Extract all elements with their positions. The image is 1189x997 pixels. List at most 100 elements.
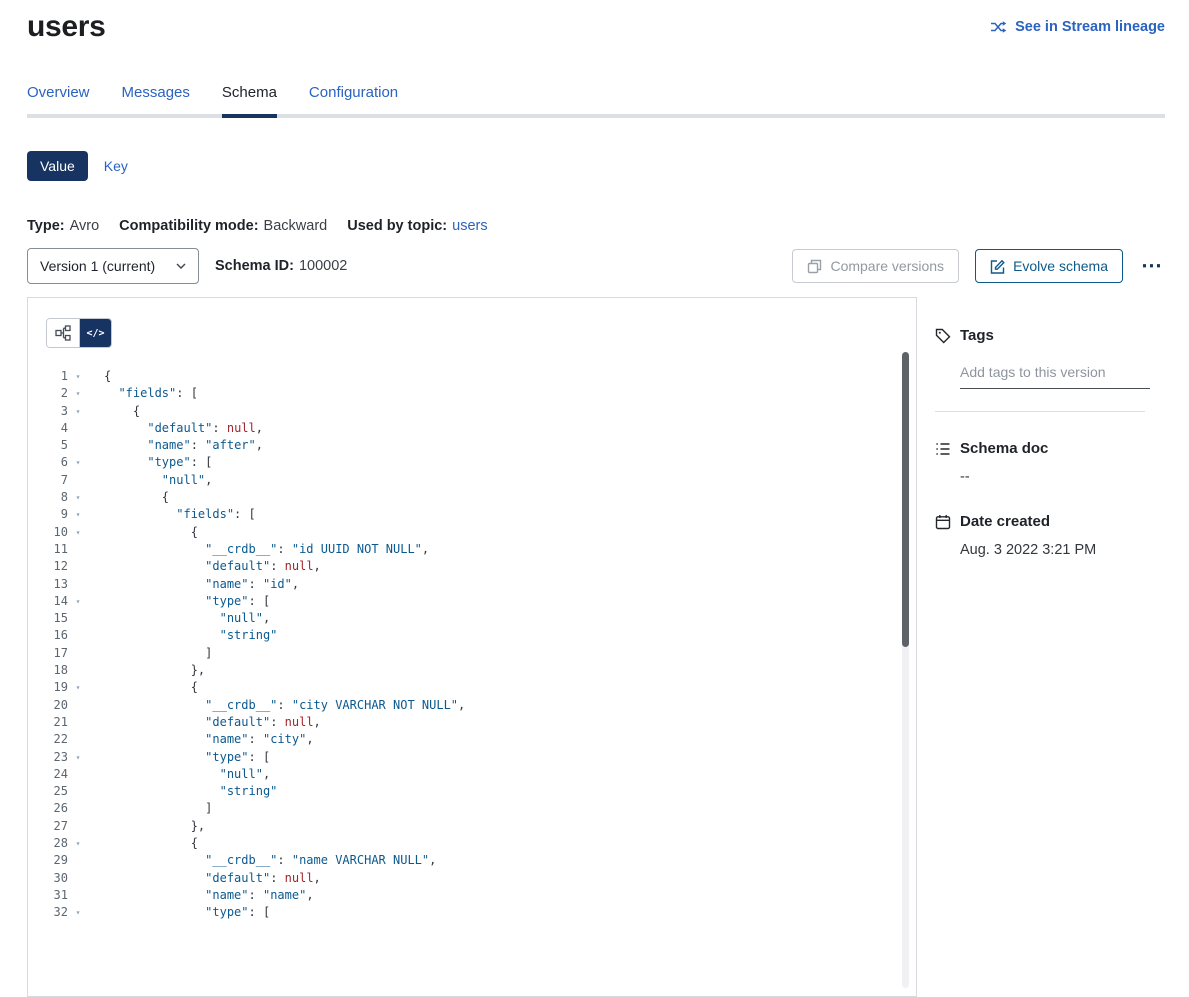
line-number: 25 [28, 783, 68, 800]
key-toggle-button[interactable]: Key [104, 158, 128, 174]
fold-toggle-icon[interactable]: ▾ [68, 593, 88, 610]
tag-icon [935, 328, 951, 344]
topic-pair: Used by topic: users [347, 218, 487, 234]
code-line: 5 "name": "after", [28, 437, 916, 454]
code-line: 17 ] [28, 645, 916, 662]
gutter-spacer [68, 576, 88, 593]
main: </> 1▾{2▾ "fields": [3▾ {4 "default": nu… [27, 297, 1165, 997]
more-actions-button[interactable]: ⋯ [1139, 256, 1165, 276]
fold-toggle-icon[interactable]: ▾ [68, 403, 88, 420]
code-line: 12 "default": null, [28, 558, 916, 575]
version-select[interactable]: Version 1 (current) [27, 248, 199, 284]
page-title: users [27, 8, 106, 46]
type-label: Type: [27, 218, 65, 234]
schema-id-label: Schema ID: [215, 258, 294, 274]
tab-configuration[interactable]: Configuration [309, 84, 398, 114]
line-number: 27 [28, 818, 68, 835]
code-line: 14▾ "type": [ [28, 593, 916, 610]
add-tags-input[interactable] [960, 360, 1150, 389]
value-key-toggle: Value Key [27, 151, 1165, 181]
fold-toggle-icon[interactable]: ▾ [68, 904, 88, 921]
code-text: "default": null, [88, 714, 321, 731]
fold-toggle-icon[interactable]: ▾ [68, 835, 88, 852]
code-text: "name": "name", [88, 887, 314, 904]
code-lines: 1▾{2▾ "fields": [3▾ {4 "default": null,5… [28, 368, 916, 922]
line-number: 11 [28, 541, 68, 558]
tab-schema[interactable]: Schema [222, 84, 277, 114]
fold-toggle-icon[interactable]: ▾ [68, 749, 88, 766]
date-created-heading-row: Date created [935, 513, 1165, 530]
topic-label: Used by topic: [347, 218, 447, 234]
schema-meta-row: Type:Avro Compatibility mode:Backward Us… [27, 218, 1165, 234]
code-text: "default": null, [88, 420, 263, 437]
version-select-value: Version 1 (current) [40, 258, 155, 274]
code-scrollbar-thumb[interactable] [902, 352, 909, 647]
code-text: "name": "after", [88, 437, 263, 454]
code-line: 31 "name": "name", [28, 887, 916, 904]
schema-sidebar: Tags Schema doc -- [917, 297, 1165, 997]
code-text: "__crdb__": "id UUID NOT NULL", [88, 541, 429, 558]
line-number: 5 [28, 437, 68, 454]
page: users See in Stream lineage Overview Mes… [0, 0, 1189, 997]
line-number: 4 [28, 420, 68, 437]
stream-lineage-link[interactable]: See in Stream lineage [990, 19, 1165, 35]
fold-toggle-icon[interactable]: ▾ [68, 385, 88, 402]
gutter-spacer [68, 437, 88, 454]
line-number: 2 [28, 385, 68, 402]
line-number: 23 [28, 749, 68, 766]
sidebar-divider [935, 411, 1145, 412]
line-number: 21 [28, 714, 68, 731]
line-number: 13 [28, 576, 68, 593]
gutter-spacer [68, 800, 88, 817]
compare-versions-button[interactable]: Compare versions [792, 249, 959, 283]
compatibility-value: Backward [264, 218, 328, 234]
compare-versions-label: Compare versions [830, 258, 944, 274]
code-line: 3▾ { [28, 403, 916, 420]
code-line: 16 "string" [28, 627, 916, 644]
fold-toggle-icon[interactable]: ▾ [68, 679, 88, 696]
gutter-spacer [68, 714, 88, 731]
gutter-spacer [68, 472, 88, 489]
tags-heading: Tags [960, 327, 994, 344]
code-text: "name": "city", [88, 731, 314, 748]
code-line: 30 "default": null, [28, 870, 916, 887]
code-view-button[interactable]: </> [79, 319, 111, 347]
stream-lineage-label: See in Stream lineage [1015, 19, 1165, 35]
gutter-spacer [68, 731, 88, 748]
fold-toggle-icon[interactable]: ▾ [68, 368, 88, 385]
line-number: 6 [28, 454, 68, 471]
code-text: "__crdb__": "city VARCHAR NOT NULL", [88, 697, 465, 714]
fold-toggle-icon[interactable]: ▾ [68, 454, 88, 471]
controls-row: Version 1 (current) Schema ID: 100002 Com… [27, 248, 1165, 284]
line-number: 10 [28, 524, 68, 541]
code-text: { [88, 403, 140, 420]
code-text: "type": [ [88, 593, 270, 610]
code-text: "type": [ [88, 904, 270, 921]
tab-overview[interactable]: Overview [27, 84, 90, 114]
gutter-spacer [68, 766, 88, 783]
tab-messages[interactable]: Messages [122, 84, 190, 114]
topic-link[interactable]: users [452, 218, 487, 234]
schema-id-value: 100002 [299, 258, 347, 274]
gutter-spacer [68, 818, 88, 835]
fold-toggle-icon[interactable]: ▾ [68, 489, 88, 506]
code-line: 1▾{ [28, 368, 916, 385]
evolve-schema-button[interactable]: Evolve schema [975, 249, 1123, 283]
code-line: 7 "null", [28, 472, 916, 489]
tags-heading-row: Tags [935, 327, 1165, 344]
fold-toggle-icon[interactable]: ▾ [68, 506, 88, 523]
line-number: 12 [28, 558, 68, 575]
fold-toggle-icon[interactable]: ▾ [68, 524, 88, 541]
line-number: 16 [28, 627, 68, 644]
code-text: { [88, 835, 198, 852]
line-number: 19 [28, 679, 68, 696]
code-scrollbar-track[interactable] [902, 352, 909, 988]
value-toggle-button[interactable]: Value [27, 151, 88, 181]
code-line: 2▾ "fields": [ [28, 385, 916, 402]
line-number: 17 [28, 645, 68, 662]
code-text: ] [88, 800, 212, 817]
tree-view-button[interactable] [47, 319, 79, 347]
code-line: 29 "__crdb__": "name VARCHAR NULL", [28, 852, 916, 869]
gutter-spacer [68, 662, 88, 679]
viewer-toolbar: </> [28, 298, 916, 348]
